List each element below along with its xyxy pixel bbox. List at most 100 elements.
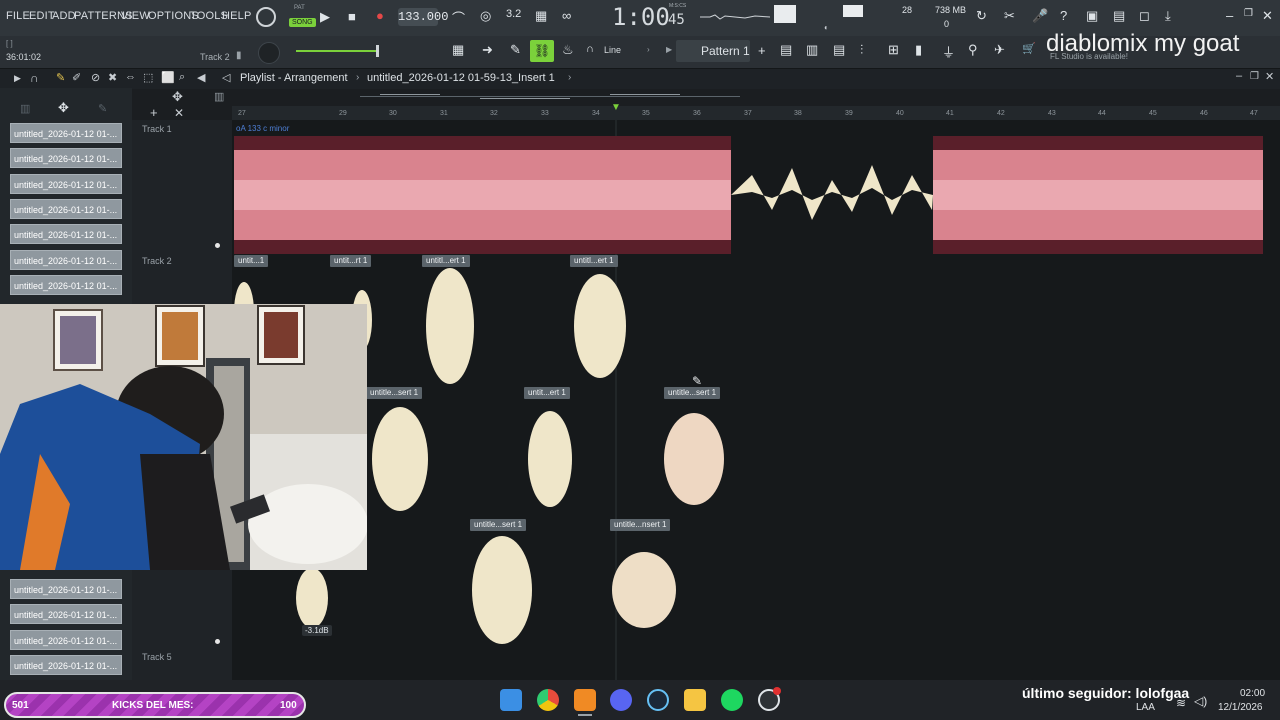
close-track-icon[interactable]: ✕ [174, 106, 184, 120]
track-label-1[interactable]: Track 1 [142, 124, 172, 134]
menu-add[interactable]: ADD [52, 10, 76, 22]
close-window-icon[interactable]: ✕ [1262, 8, 1273, 24]
countdown-icon[interactable]: 3.2 [506, 8, 521, 20]
picker-item[interactable]: untitled_2026-01-12 01-... [10, 148, 122, 168]
track-4-led[interactable] [215, 639, 220, 644]
undo-icon[interactable]: ↻ [976, 8, 987, 24]
picker-automation-icon[interactable]: ✥ [58, 100, 69, 116]
playlist-close-icon[interactable]: ✕ [1265, 70, 1274, 83]
clip-label[interactable]: untitle...nsert 1 [610, 519, 671, 531]
brush-tool-icon[interactable]: ✐ [72, 71, 81, 84]
picker-item[interactable]: untitled_2026-01-12 01-... [10, 579, 122, 599]
file-explorer-icon[interactable] [684, 689, 706, 711]
snap-mode-select[interactable]: Line [604, 45, 621, 55]
playlist-file-arrow-icon[interactable]: › [568, 72, 571, 83]
pencil-tool-icon[interactable]: ✎ [56, 71, 65, 84]
piano-roll-icon[interactable]: ▦ [452, 42, 464, 58]
system-clock-date[interactable]: 12/1/2026 [1218, 702, 1263, 713]
picker-item[interactable]: untitled_2026-01-12 01-... [10, 224, 122, 244]
zoom-tool-icon[interactable]: ⌕ [179, 71, 185, 84]
link-snap-button[interactable]: ⛓ [530, 40, 554, 62]
tempo-tap-icon[interactable]: ⚲ [968, 42, 978, 58]
clip-label[interactable]: untit...rt 1 [330, 255, 372, 267]
clip-label[interactable]: untitl...ert 1 [422, 255, 470, 267]
magnet-snap-icon[interactable]: ∩ [30, 71, 39, 85]
waveform-clip[interactable] [664, 413, 724, 505]
download-icon[interactable]: ⤓ [1165, 8, 1171, 24]
master-volume-handle[interactable] [376, 45, 379, 57]
slip-tool-icon[interactable]: ⇔ [125, 71, 136, 83]
tempo-display[interactable]: 133.000 [398, 8, 448, 26]
render-icon[interactable]: ▤ [1113, 8, 1125, 24]
mute-tool-icon[interactable]: ✖ [108, 71, 117, 84]
master-volume-icon[interactable]: ◐ [824, 23, 829, 32]
spotify-icon[interactable] [721, 689, 743, 711]
project-icon[interactable]: ▮ [915, 42, 922, 58]
add-track-button[interactable]: + [150, 105, 158, 120]
picker-item[interactable]: untitled_2026-01-12 01-... [10, 123, 122, 143]
track-1-clip-right[interactable] [933, 136, 1263, 254]
menu-help[interactable]: HELP [222, 10, 252, 22]
song-mode-toggle[interactable]: SONG [289, 18, 316, 27]
clip-label[interactable]: untitle...sert 1 [470, 519, 527, 531]
fl-studio-icon[interactable] [574, 689, 596, 711]
track-1-clip-left[interactable] [234, 136, 731, 254]
playlist-minimize-icon[interactable]: – [1236, 70, 1242, 82]
play-icon[interactable]: ▶ [320, 9, 330, 25]
recording-knob-icon[interactable] [256, 7, 276, 27]
step-sequencer-icon[interactable]: ▥ [806, 42, 818, 58]
waveform-clip[interactable] [528, 411, 572, 507]
stamp-icon[interactable]: ♨ [562, 42, 574, 58]
chrome-icon[interactable] [537, 689, 559, 711]
menu-file[interactable]: FILE [6, 10, 30, 22]
snap-arrow-icon[interactable]: › [647, 45, 650, 54]
overview-strip[interactable] [360, 92, 740, 102]
pat-label[interactable]: PAT [294, 5, 305, 11]
select-tool-icon[interactable]: ⬜ [161, 71, 175, 84]
picker-item[interactable]: untitled_2026-01-12 01-... [10, 655, 122, 675]
waveform-clip[interactable] [372, 407, 428, 511]
picker-item[interactable]: untitled_2026-01-12 01-... [10, 199, 122, 219]
minimize-window-icon[interactable]: – [1226, 8, 1233, 23]
help-icon[interactable]: ? [1060, 8, 1067, 23]
playlist-icon[interactable]: ▤ [780, 42, 792, 58]
pattern-arrow-icon[interactable]: ▶ [666, 45, 672, 54]
track-label-5[interactable]: Track 5 [142, 652, 172, 662]
playlist-maximize-icon[interactable]: ❐ [1250, 71, 1259, 82]
clip-label[interactable]: untitle...sert 1 [664, 387, 721, 399]
picker-audio-icon[interactable]: ▥ [20, 102, 30, 115]
discord-icon[interactable] [610, 689, 632, 711]
track-view-icon[interactable]: ▥ [214, 90, 224, 103]
microphone-icon[interactable]: 🎤 [1032, 8, 1048, 24]
playhead-marker-icon[interactable]: ▼ [611, 102, 621, 113]
delete-tool-icon[interactable]: ⊘ [91, 71, 100, 84]
track-1-led[interactable] [215, 243, 220, 248]
clip-label[interactable]: untit...ert 1 [524, 387, 570, 399]
cut-icon[interactable]: ✂ [1004, 8, 1015, 24]
plugin-icon[interactable]: ⏚ [942, 42, 955, 61]
shop-icon[interactable]: 🛒 [1022, 42, 1036, 55]
mixer-icon[interactable]: ⫶ [860, 42, 863, 58]
clip-label[interactable]: untitl...ert 1 [570, 255, 618, 267]
stop-icon[interactable]: ■ [348, 9, 356, 24]
song-time-main[interactable]: 1:00 [612, 3, 670, 31]
lock-icon[interactable]: ▮ [236, 50, 242, 61]
waveform-clip[interactable] [426, 268, 474, 384]
clip-label[interactable]: untitle...sert 1 [366, 387, 423, 399]
track-1-clip-middle[interactable] [731, 165, 933, 220]
playlist-arrow-icon[interactable]: ▶ [14, 73, 21, 84]
slice-tool-icon[interactable]: ⬚ [143, 71, 153, 84]
loop-record-icon[interactable]: ∞ [562, 8, 571, 23]
wifi-icon[interactable]: ≋ [1176, 696, 1186, 710]
track-label-2[interactable]: Track 2 [142, 256, 172, 266]
picker-pattern-icon[interactable]: ✎ [98, 102, 107, 115]
channel-rack-icon[interactable]: ▤ [833, 42, 845, 58]
chat-icon[interactable]: ◻ [1139, 8, 1150, 24]
picker-item[interactable]: untitled_2026-01-12 01-... [10, 604, 122, 624]
arrow-right-icon[interactable]: ➜ [482, 42, 493, 58]
menu-view[interactable]: VIEW [121, 10, 150, 22]
windows-start-icon[interactable] [500, 689, 522, 711]
steam-icon[interactable] [647, 689, 669, 711]
waveform-clip[interactable] [296, 568, 328, 628]
volume-icon[interactable]: ◁) [1194, 694, 1207, 708]
